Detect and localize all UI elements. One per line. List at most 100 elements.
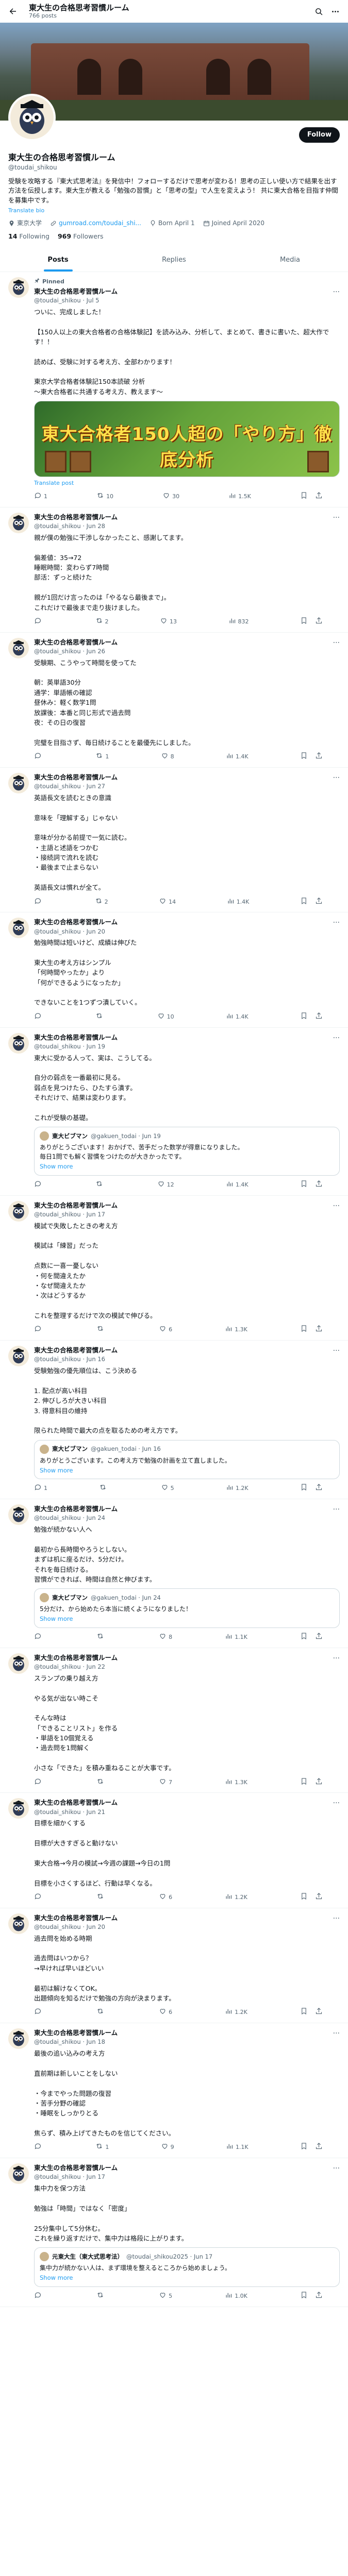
tweet[interactable]: 東大生の合格思考習慣ルーム @toudai_shikou · Jun 17 ··· 模… xyxy=(0,1196,348,1341)
tweet-more-icon[interactable]: ··· xyxy=(329,287,340,297)
like-button[interactable]: 6 xyxy=(159,1325,172,1335)
reply-button[interactable] xyxy=(34,1632,44,1642)
tweet-avatar[interactable] xyxy=(8,1200,29,1222)
tweet-handle-date[interactable]: @toudai_shikou · Jun 22 xyxy=(34,1663,329,1671)
like-button[interactable]: 6 xyxy=(159,1892,172,1903)
reply-button[interactable] xyxy=(34,752,44,762)
show-more-link[interactable]: Show more xyxy=(40,1162,334,1171)
reply-button[interactable] xyxy=(34,1012,44,1022)
quoted-tweet[interactable]: 元東大生（東大式思考法） @toudai_shikou2025 · Jun 17 集… xyxy=(34,2247,340,2287)
bookmark-button[interactable] xyxy=(300,2291,308,2301)
views-button[interactable]: 1.3K xyxy=(225,1777,247,1788)
tweet-author[interactable]: 東大生の合格思考習慣ルーム @toudai_shikou · Jun 16 xyxy=(34,1346,329,1364)
tweet-author-name[interactable]: 東大生の合格思考習慣ルーム xyxy=(34,638,329,647)
share-button[interactable] xyxy=(315,897,323,907)
tweet-more-icon[interactable]: ··· xyxy=(329,513,340,523)
views-button[interactable]: 1.2K xyxy=(225,1892,247,1903)
retweet-button[interactable] xyxy=(96,1325,106,1335)
tweet-handle-date[interactable]: @toudai_shikou · Jun 19 xyxy=(34,1042,329,1051)
reply-button[interactable] xyxy=(34,2142,44,2153)
reply-button[interactable] xyxy=(34,2007,44,2018)
retweet-button[interactable]: 2 xyxy=(95,617,109,627)
reply-button[interactable] xyxy=(34,1777,44,1788)
retweet-button[interactable]: 10 xyxy=(96,492,113,502)
tweet-handle-date[interactable]: @toudai_shikou · Jul 5 xyxy=(34,296,329,305)
like-button[interactable]: 5 xyxy=(159,2291,172,2301)
tweet-avatar[interactable] xyxy=(8,2163,29,2184)
tweet-handle-date[interactable]: @toudai_shikou · Jun 20 xyxy=(34,1923,329,1931)
like-button[interactable]: 6 xyxy=(159,2007,172,2018)
profile-link[interactable]: gumroad.com/toudai_shi... xyxy=(59,219,141,228)
reply-button[interactable] xyxy=(34,2291,44,2301)
tweet-more-icon[interactable]: ··· xyxy=(329,773,340,783)
reply-button[interactable] xyxy=(34,617,44,627)
tweet-avatar[interactable] xyxy=(8,1032,29,1054)
back-arrow-icon[interactable] xyxy=(6,5,20,18)
quoted-tweet[interactable]: 東大ビブマン @gakuen_todai · Jun 19 ありがとうございます！お… xyxy=(34,1127,340,1176)
tweet-author-name[interactable]: 東大生の合格思考習慣ルーム xyxy=(34,1798,329,1807)
tweet-author[interactable]: 東大生の合格思考習慣ルーム @toudai_shikou · Jun 21 xyxy=(34,1798,329,1816)
retweet-button[interactable] xyxy=(96,1892,106,1903)
tweet-media-image[interactable]: 東大合格者150人超の「やり方」徹底分析 xyxy=(34,401,340,478)
tweet[interactable]: 東大生の合格思考習慣ルーム @toudai_shikou · Jun 27 ··· 英… xyxy=(0,768,348,913)
tweet-avatar[interactable] xyxy=(8,1913,29,1934)
show-more-link[interactable]: Show more xyxy=(40,2274,334,2282)
reply-button[interactable]: 1 xyxy=(34,1483,47,1494)
like-button[interactable]: 9 xyxy=(161,2142,174,2153)
tweet-author-name[interactable]: 東大生の合格思考習慣ルーム xyxy=(34,513,329,522)
views-button[interactable]: 1.2K xyxy=(226,1483,248,1494)
reply-button[interactable] xyxy=(34,1892,44,1903)
share-button[interactable] xyxy=(315,1892,323,1903)
tweet-more-icon[interactable]: ··· xyxy=(329,1033,340,1043)
views-button[interactable]: 1.4K xyxy=(227,897,249,907)
like-button[interactable]: 13 xyxy=(160,617,177,627)
share-button[interactable] xyxy=(315,1483,323,1494)
like-button[interactable]: 10 xyxy=(157,1012,174,1022)
tab-replies[interactable]: Replies xyxy=(116,248,232,272)
tweet[interactable]: 東大生の合格思考習慣ルーム @toudai_shikou · Jun 17 ··· 集… xyxy=(0,2158,348,2307)
tweet-author-name[interactable]: 東大生の合格思考習慣ルーム xyxy=(34,1033,329,1042)
tweet-avatar[interactable] xyxy=(8,918,29,939)
bookmark-button[interactable] xyxy=(300,2142,308,2153)
tweet-author[interactable]: 東大生の合格思考習慣ルーム @toudai_shikou · Jun 26 xyxy=(34,638,329,656)
tweet-more-icon[interactable]: ··· xyxy=(329,1504,340,1515)
bookmark-button[interactable] xyxy=(300,1180,308,1190)
share-button[interactable] xyxy=(315,1180,323,1190)
bookmark-button[interactable] xyxy=(300,1777,308,1788)
retweet-button[interactable] xyxy=(95,1180,105,1190)
bookmark-button[interactable] xyxy=(300,617,308,627)
retweet-button[interactable] xyxy=(96,2007,106,2018)
bookmark-button[interactable] xyxy=(300,1012,308,1022)
tweet-handle-date[interactable]: @toudai_shikou · Jun 26 xyxy=(34,647,329,656)
tweet-more-icon[interactable]: ··· xyxy=(329,1913,340,1924)
share-button[interactable] xyxy=(315,1632,323,1642)
tweet-avatar[interactable] xyxy=(8,1346,29,1367)
reply-button[interactable]: 1 xyxy=(34,492,47,502)
tab-posts[interactable]: Posts xyxy=(0,248,116,272)
tweet-handle-date[interactable]: @toudai_shikou · Jun 17 xyxy=(34,1210,329,1219)
translate-bio-link[interactable]: Translate bio xyxy=(8,207,340,215)
like-button[interactable]: 14 xyxy=(159,897,176,907)
search-icon[interactable] xyxy=(312,5,325,18)
tweet-author-name[interactable]: 東大生の合格思考習慣ルーム xyxy=(34,1504,329,1514)
tweet-author[interactable]: 東大生の合格思考習慣ルーム @toudai_shikou · Jun 20 xyxy=(34,918,329,936)
tweet-handle-date[interactable]: @toudai_shikou · Jun 21 xyxy=(34,1808,329,1817)
show-more-link[interactable]: Show more xyxy=(40,1615,334,1623)
profile-avatar[interactable] xyxy=(8,94,56,141)
quoted-tweet[interactable]: 東大ビブマン @gakuen_todai · Jun 24 5分だけ、から始めたら本… xyxy=(34,1588,340,1629)
bookmark-button[interactable] xyxy=(300,752,308,762)
tweet[interactable]: 東大生の合格思考習慣ルーム @toudai_shikou · Jun 20 ··· 勉… xyxy=(0,912,348,1028)
tweet-handle-date[interactable]: @toudai_shikou · Jun 28 xyxy=(34,522,329,531)
retweet-button[interactable] xyxy=(95,1012,105,1022)
like-button[interactable]: 30 xyxy=(162,492,179,502)
tweet[interactable]: 東大生の合格思考習慣ルーム @toudai_shikou · Jun 18 ··· 最… xyxy=(0,2023,348,2159)
tweet-author[interactable]: 東大生の合格思考習慣ルーム @toudai_shikou · Jun 20 xyxy=(34,1913,329,1931)
tweet-author[interactable]: 東大生の合格思考習慣ルーム @toudai_shikou · Jun 17 xyxy=(34,2163,329,2181)
tweet[interactable]: 東大生の合格思考習慣ルーム @toudai_shikou · Jun 26 ··· 受… xyxy=(0,633,348,768)
like-button[interactable]: 5 xyxy=(161,1483,174,1494)
like-button[interactable]: 7 xyxy=(159,1777,172,1788)
tweet-more-icon[interactable]: ··· xyxy=(329,1346,340,1356)
following-stat[interactable]: 14 Following xyxy=(8,232,49,241)
tweet[interactable]: 東大生の合格思考習慣ルーム @toudai_shikou · Jun 16 ··· 受… xyxy=(0,1341,348,1500)
tweet-author-name[interactable]: 東大生の合格思考習慣ルーム xyxy=(34,287,329,296)
